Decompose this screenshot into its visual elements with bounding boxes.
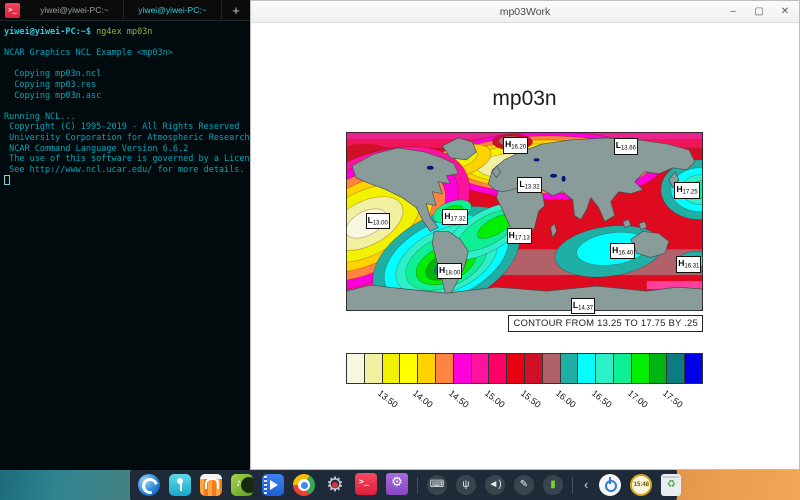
colorbar-ticks: 13.50 14.00 14.50 15.00 15.50 16.00 16.50 17.00… xyxy=(346,386,703,412)
colorbar-tick-label: 14.00 xyxy=(411,388,435,410)
control-center-icon[interactable]: ⚙ xyxy=(324,474,346,496)
shell-prompt: yiwei@yiwei-PC:~$ xyxy=(4,27,91,37)
collapse-chevron-icon[interactable]: ‹ xyxy=(582,470,590,500)
colorbar-tick-label: 15.50 xyxy=(518,388,542,410)
colorbar-cell xyxy=(489,354,507,383)
colorbar-cell xyxy=(650,354,668,383)
colorbar-cell xyxy=(632,354,650,383)
extremum-label-H17.25: H17.25 xyxy=(674,182,699,199)
close-button[interactable]: ✕ xyxy=(777,4,793,20)
extrema-layer: H16.20 L13.66 L13.32 H17.25 L13.00 H17.32 H17.… xyxy=(346,132,703,311)
maximize-button[interactable]: ▢ xyxy=(751,4,767,20)
colorbar-cell xyxy=(685,354,702,383)
terminal-cursor xyxy=(4,175,10,185)
colorbar-cell xyxy=(383,354,401,383)
colorbar-tick-label: 15.00 xyxy=(483,388,507,410)
dock: ⚙ ⌨ ψ ◄) ✎ ▮ ‹ 15:48 ♻ xyxy=(130,470,677,500)
extremum-label-H17.32: H17.32 xyxy=(442,209,467,226)
colorbar-tick-label: 13.50 xyxy=(376,388,400,410)
terminal-tab-1-label: yiwei@yiwei-PC:~ xyxy=(40,5,108,15)
dock-separator xyxy=(572,477,573,493)
clock-widget[interactable]: 15:48 xyxy=(630,474,652,496)
colorbar-tick-label: 17.00 xyxy=(625,388,649,410)
terminal-dock-icon[interactable] xyxy=(355,473,377,495)
colorbar-cell xyxy=(507,354,525,383)
terminal-tabbar: >_ yiwei@yiwei-PC:~ yiwei@yiwei-PC:~ + xyxy=(0,0,250,21)
terminal-tab-2[interactable]: yiwei@yiwei-PC:~ xyxy=(124,0,222,20)
extremum-label-L14.37: L14.37 xyxy=(571,298,595,315)
colorbar-tick-label: 17.50 xyxy=(661,388,685,410)
extremum-label-H16.31: H16.31 xyxy=(676,256,701,273)
contour-info-box: CONTOUR FROM 13.25 TO 17.75 BY .25 xyxy=(508,315,703,332)
extremum-label-L13.00: L13.00 xyxy=(366,213,390,230)
dock-separator xyxy=(417,477,418,493)
extremum-label-H16.40: H16.40 xyxy=(610,243,635,260)
plot-title: mp03n xyxy=(346,87,703,111)
colorbar-cell xyxy=(596,354,614,383)
chrome-icon[interactable] xyxy=(293,474,315,496)
volume-tray-icon[interactable]: ◄) xyxy=(485,475,505,495)
window-title: mp03Work xyxy=(251,1,799,23)
colorbar-cell xyxy=(667,354,685,383)
extremum-label-H16.20: H16.20 xyxy=(503,137,528,154)
terminal-output: NCAR Graphics NCL Example <mp03n> Copyin… xyxy=(4,38,250,176)
colorbar-cell xyxy=(365,354,383,383)
terminal-tab-2-label: yiwei@yiwei-PC:~ xyxy=(138,5,206,15)
extremum-label-H17.13: H17.13 xyxy=(507,228,532,245)
window-titlebar[interactable]: mp03Work – ▢ ✕ xyxy=(251,1,799,23)
colorbar-cell xyxy=(400,354,418,383)
extremum-label-L13.66: L13.66 xyxy=(614,138,638,155)
colorbar-cell xyxy=(561,354,579,383)
extremum-label-H18.00: H18.00 xyxy=(437,263,462,280)
file-manager-icon[interactable] xyxy=(169,474,191,496)
colorbar-cell xyxy=(347,354,365,383)
colorbar-tick-label: 14.50 xyxy=(447,388,471,410)
colorbar-cell xyxy=(525,354,543,383)
colorbar-cell xyxy=(472,354,490,383)
battery-tray-icon[interactable]: ▮ xyxy=(543,475,563,495)
colorbar-cell xyxy=(436,354,454,383)
minimize-button[interactable]: – xyxy=(725,4,741,20)
colorbar-cell xyxy=(454,354,472,383)
mp03work-window: mp03Work – ▢ ✕ mp03n xyxy=(250,0,800,470)
app-store-icon[interactable] xyxy=(200,474,222,496)
power-button[interactable] xyxy=(599,474,621,496)
contour-map: H16.20 L13.66 L13.32 H17.25 L13.00 H17.32 H17.… xyxy=(346,132,703,311)
colorbar-tick-label: 16.00 xyxy=(554,388,578,410)
usb-tray-icon[interactable]: ψ xyxy=(456,475,476,495)
colorbar-cell xyxy=(578,354,596,383)
shell-command: ng4ex mp03n xyxy=(96,27,152,37)
terminal-app-icon: >_ xyxy=(5,3,20,18)
music-icon[interactable] xyxy=(231,474,253,496)
pen-tray-icon[interactable]: ✎ xyxy=(514,475,534,495)
colorbar-tick-label: 16.50 xyxy=(590,388,614,410)
launcher-icon[interactable] xyxy=(138,474,160,496)
video-player-icon[interactable] xyxy=(262,474,284,496)
terminal-window: >_ yiwei@yiwei-PC:~ yiwei@yiwei-PC:~ + y… xyxy=(0,0,250,470)
colorbar-cell xyxy=(614,354,632,383)
colorbar xyxy=(346,353,703,384)
document-viewer-icon[interactable] xyxy=(386,473,408,495)
colorbar-cell xyxy=(418,354,436,383)
new-tab-button[interactable]: + xyxy=(222,0,250,21)
terminal-tab-1[interactable]: yiwei@yiwei-PC:~ xyxy=(26,0,124,20)
trash-icon[interactable]: ♻ xyxy=(661,474,681,496)
extremum-label-L13.32: L13.32 xyxy=(517,177,541,194)
keyboard-tray-icon[interactable]: ⌨ xyxy=(427,475,447,495)
terminal-body[interactable]: yiwei@yiwei-PC:~$ ng4ex mp03n NCAR Graph… xyxy=(0,21,250,187)
terminal-prompt-line: yiwei@yiwei-PC:~$ ng4ex mp03n xyxy=(4,27,250,38)
colorbar-cell xyxy=(543,354,561,383)
